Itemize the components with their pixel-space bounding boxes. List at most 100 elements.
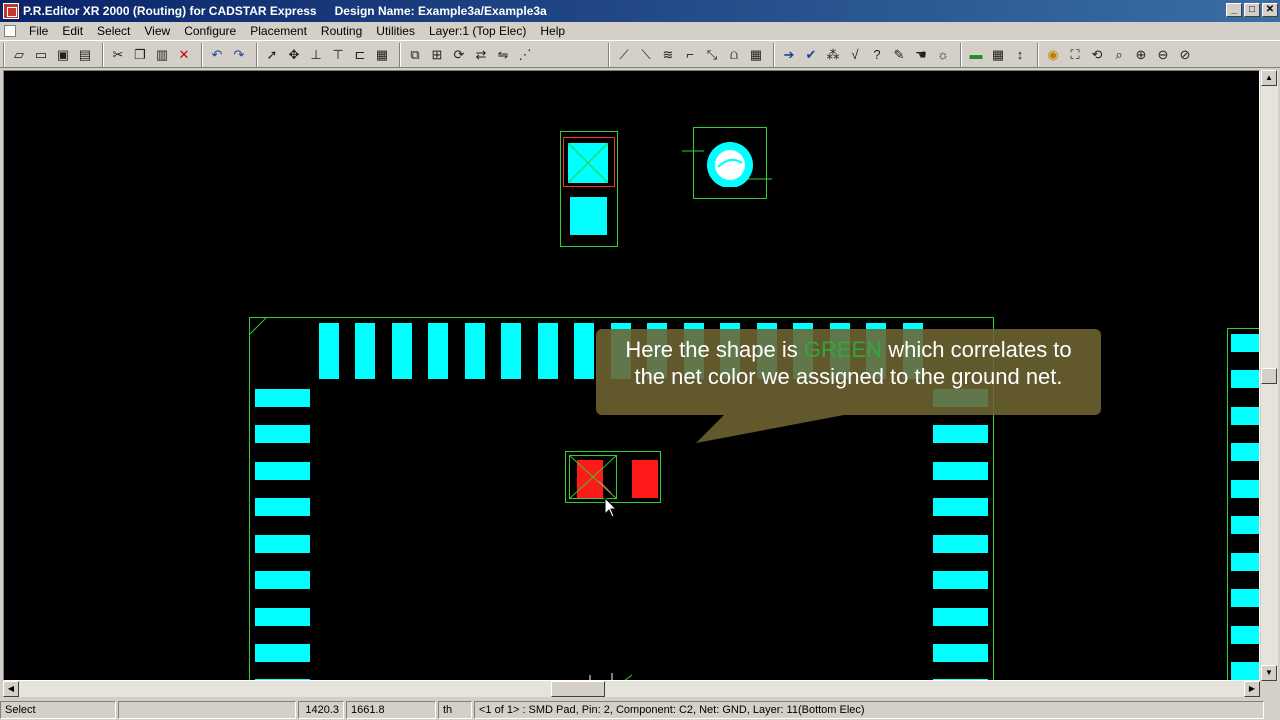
menu-configure[interactable]: Configure bbox=[177, 24, 243, 38]
copy-icon[interactable]: ❐ bbox=[129, 44, 151, 66]
toolbar: ▱ ▭ ▣ ▤ ✂ ❐ ▥ ✕ ↶ ↷ ➚ ✥ ⊥ ⊤ ⊏ ▦ ⧉ ⊞ ⟳ ⇄ bbox=[0, 42, 1280, 68]
swap-icon[interactable]: ⇄ bbox=[470, 44, 492, 66]
menu-layer[interactable]: Layer:1 (Top Elec) bbox=[422, 24, 533, 38]
menu-edit[interactable]: Edit bbox=[55, 24, 90, 38]
save-icon[interactable]: ▣ bbox=[52, 44, 74, 66]
print-icon[interactable]: ▤ bbox=[74, 44, 96, 66]
menu-bar: File Edit Select View Configure Placemen… bbox=[0, 22, 1280, 41]
annotation-callout: Here the shape is GREEN which correlates… bbox=[596, 329, 1101, 415]
stackup-icon[interactable]: ↕ bbox=[1009, 44, 1031, 66]
menu-routing[interactable]: Routing bbox=[314, 24, 369, 38]
route45-icon[interactable]: ⟍ bbox=[635, 44, 657, 66]
undo-icon[interactable]: ↶ bbox=[206, 44, 228, 66]
dimension-icon[interactable]: ⊥ bbox=[305, 44, 327, 66]
hand-icon[interactable]: ☚ bbox=[910, 44, 932, 66]
highlight-icon[interactable]: ☼ bbox=[932, 44, 954, 66]
title-bar: P.R.Editor XR 2000 (Routing) for CADSTAR… bbox=[0, 0, 1280, 22]
scroll-up-button[interactable]: ▲ bbox=[1261, 70, 1277, 86]
window-title: P.R.Editor XR 2000 (Routing) for CADSTAR… bbox=[23, 4, 317, 18]
multi-route-icon[interactable]: ≋ bbox=[657, 44, 679, 66]
status-mode: Select bbox=[0, 700, 116, 719]
menu-help[interactable]: Help bbox=[533, 24, 572, 38]
mouse-cursor-icon bbox=[604, 497, 618, 518]
connect-icon[interactable]: ➔ bbox=[778, 44, 800, 66]
toolbar-group-undo: ↶ ↷ bbox=[202, 42, 253, 67]
colors-icon[interactable]: ◉ bbox=[1042, 44, 1064, 66]
zoom-fit-icon[interactable]: ⛶ bbox=[1064, 44, 1086, 66]
diagonal-icon[interactable]: ⤡ bbox=[701, 44, 723, 66]
app-window: P.R.Editor XR 2000 (Routing) for CADSTAR… bbox=[0, 0, 1280, 720]
redraw-icon[interactable]: ⟲ bbox=[1086, 44, 1108, 66]
menu-utilities[interactable]: Utilities bbox=[369, 24, 422, 38]
push-route-icon[interactable]: ⌐ bbox=[679, 44, 701, 66]
zoom-out-icon[interactable]: ⊖ bbox=[1152, 44, 1174, 66]
check-icon[interactable]: ✔ bbox=[800, 44, 822, 66]
vertical-scrollbar[interactable]: ▲ ▼ bbox=[1261, 70, 1278, 681]
menu-placement[interactable]: Placement bbox=[243, 24, 314, 38]
rotate-icon[interactable]: ⟳ bbox=[448, 44, 470, 66]
cut-icon[interactable]: ✂ bbox=[107, 44, 129, 66]
align-icon[interactable]: ⊞ bbox=[426, 44, 448, 66]
verify-icon[interactable]: √ bbox=[844, 44, 866, 66]
toolbar-group-file: ▱ ▭ ▣ ▤ bbox=[4, 42, 99, 67]
menu-view[interactable]: View bbox=[137, 24, 177, 38]
toolbar-group-check: ➔ ✔ ⁂ √ ? ✎ ☚ ☼ bbox=[774, 42, 957, 67]
move-icon[interactable]: ✥ bbox=[283, 44, 305, 66]
open-folder-icon[interactable]: ▭ bbox=[30, 44, 52, 66]
meander-icon[interactable]: ⩍ bbox=[723, 44, 745, 66]
status-blank bbox=[118, 700, 296, 719]
scroll-left-button[interactable]: ◀ bbox=[3, 681, 19, 697]
callout-green-word: GREEN bbox=[803, 337, 883, 362]
menu-select[interactable]: Select bbox=[90, 24, 137, 38]
open-icon[interactable]: ▱ bbox=[8, 44, 30, 66]
toolbar-group-view: ◉ ⛶ ⟲ ⌕ ⊕ ⊖ ⊘ bbox=[1038, 42, 1199, 67]
minimize-button[interactable]: _ bbox=[1226, 3, 1242, 17]
status-item-info: <1 of 1> : SMD Pad, Pin: 2, Component: C… bbox=[474, 700, 1264, 719]
dimension3-icon[interactable]: ⊏ bbox=[349, 44, 371, 66]
toolbar-group-layers: ▬ ▦ ↕ bbox=[961, 42, 1034, 67]
app-icon bbox=[3, 3, 19, 19]
callout-line-2: the net color we assigned to the ground … bbox=[634, 364, 1063, 389]
zoom-prev-icon[interactable]: ⊘ bbox=[1174, 44, 1196, 66]
status-units: th bbox=[438, 700, 472, 719]
status-bar: Select 1420.3 1661.8 th <1 of 1> : SMD P… bbox=[0, 699, 1280, 720]
callout-line-1: Here the shape is GREEN which correlates… bbox=[596, 336, 1101, 363]
zoom-in-icon[interactable]: ⊕ bbox=[1130, 44, 1152, 66]
paste-icon[interactable]: ▥ bbox=[151, 44, 173, 66]
grid-icon[interactable]: ▦ bbox=[371, 44, 393, 66]
select-arrow-icon[interactable]: ➚ bbox=[261, 44, 283, 66]
delete-icon[interactable]: ✕ bbox=[173, 44, 195, 66]
status-x-coordinate: 1420.3 bbox=[298, 700, 344, 719]
mirror-icon[interactable]: ⇋ bbox=[492, 44, 514, 66]
layers-icon[interactable]: ▬ bbox=[965, 44, 987, 66]
place-icon[interactable]: ⧉ bbox=[404, 44, 426, 66]
maximize-button[interactable]: □ bbox=[1244, 3, 1260, 17]
horizontal-scroll-thumb[interactable] bbox=[551, 681, 605, 697]
callout-text-before: Here the shape is bbox=[625, 337, 804, 362]
toolbar-group-routing: ⟋ ⟍ ≋ ⌐ ⤡ ⩍ ▦ bbox=[609, 42, 770, 67]
document-icon[interactable] bbox=[4, 25, 16, 37]
horizontal-scrollbar[interactable]: ◀ ▶ bbox=[3, 681, 1260, 697]
toolbar-group-placement: ⧉ ⊞ ⟳ ⇄ ⇋ ⋰ bbox=[400, 42, 539, 67]
scroll-right-button[interactable]: ▶ bbox=[1244, 681, 1260, 697]
callout-text-after: which correlates to bbox=[882, 337, 1072, 362]
spread-icon[interactable]: ⋰ bbox=[514, 44, 536, 66]
toolbar-group-select: ➚ ✥ ⊥ ⊤ ⊏ ▦ bbox=[257, 42, 396, 67]
redo-icon[interactable]: ↷ bbox=[228, 44, 250, 66]
drc-icon[interactable]: ⁂ bbox=[822, 44, 844, 66]
measure-icon[interactable]: ✎ bbox=[888, 44, 910, 66]
window-controls: _ □ ✕ bbox=[1226, 3, 1278, 17]
design-name: Design Name: Example3a/Example3a bbox=[334, 4, 547, 18]
scroll-down-button[interactable]: ▼ bbox=[1261, 665, 1277, 681]
table-icon[interactable]: ▦ bbox=[987, 44, 1009, 66]
status-y-coordinate: 1661.8 bbox=[346, 700, 436, 719]
dimension2-icon[interactable]: ⊤ bbox=[327, 44, 349, 66]
query-icon[interactable]: ? bbox=[866, 44, 888, 66]
vertical-scroll-thumb[interactable] bbox=[1261, 368, 1277, 384]
zoom-window-icon[interactable]: ⌕ bbox=[1108, 44, 1130, 66]
route-icon[interactable]: ⟋ bbox=[613, 44, 635, 66]
menu-file[interactable]: File bbox=[22, 24, 55, 38]
route-settings-icon[interactable]: ▦ bbox=[745, 44, 767, 66]
close-button[interactable]: ✕ bbox=[1262, 3, 1278, 17]
toolbar-group-edit: ✂ ❐ ▥ ✕ bbox=[103, 42, 198, 67]
